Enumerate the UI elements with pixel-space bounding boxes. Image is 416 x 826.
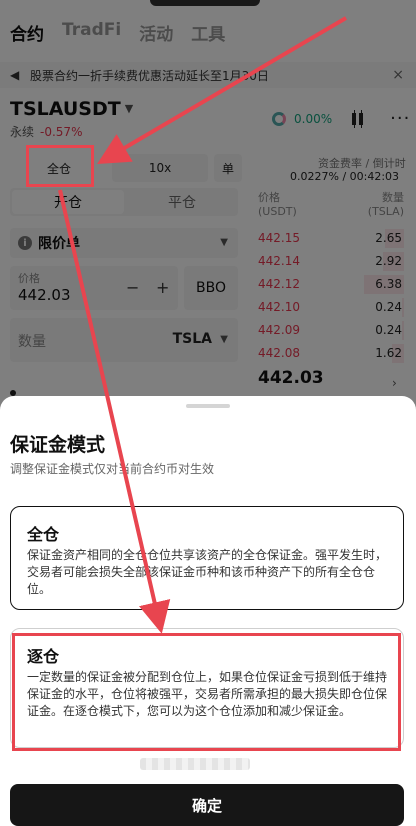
confirm-button[interactable]: 确定 — [10, 784, 404, 826]
drag-handle[interactable] — [186, 404, 230, 408]
sheet-title: 保证金模式 — [10, 434, 106, 456]
cross-title: 全仓 — [27, 525, 60, 544]
annotation-box-cross — [26, 145, 94, 187]
annotation-box-isolated — [12, 633, 401, 751]
margin-mode-sheet: 保证金模式 调整保证金模式仅对当前合约币对生效 全仓 保证金资产相同的全仓仓位共… — [0, 396, 416, 826]
sheet-subtitle: 调整保证金模式仅对当前合约币对生效 — [10, 462, 215, 476]
cross-margin-option[interactable]: 全仓 保证金资产相同的全仓仓位共享该资产的全仓保证金。强平发生时，交易者可能会损… — [10, 506, 404, 610]
cross-description: 保证金资产相同的全仓仓位共享该资产的全仓保证金。强平发生时，交易者可能会损失全部… — [27, 548, 388, 596]
blurred-area — [140, 758, 250, 770]
